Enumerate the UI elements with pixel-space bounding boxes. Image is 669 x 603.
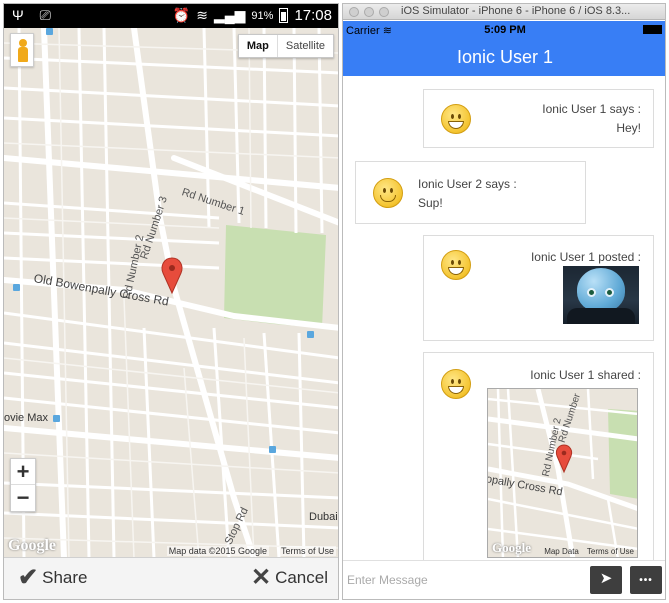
message-composer: ➤ ••• [343, 560, 665, 599]
checkmark-icon: ✔ [18, 564, 39, 591]
simulator-title-bar: iOS Simulator - iPhone 6 - iPhone 6 / iO… [343, 4, 665, 20]
battery-icon [279, 8, 289, 23]
cancel-label: Cancel [275, 568, 328, 587]
zoom-out-button[interactable]: − [11, 485, 35, 511]
ios-status-bar: Carrier ≋ 5:09 PM [343, 21, 665, 39]
message-text: Hey! [616, 121, 641, 135]
message-sender: Ionic User 1 says : [542, 102, 641, 116]
share-label: Share [42, 568, 88, 587]
message-sender: Ionic User 2 says : [418, 177, 517, 191]
chat-list[interactable]: Ionic User 1 says : Hey! Ionic User 2 sa… [343, 76, 665, 562]
message-text: Sup! [418, 196, 443, 210]
place-label-dubai: Dubai [309, 511, 338, 523]
share-action-bar: ✔ Share ✕ Cancel [4, 557, 338, 599]
terms-of-use-link[interactable]: Terms of Use [587, 547, 634, 556]
chat-message-incoming[interactable]: Ionic User 2 says : Sup! [355, 161, 586, 224]
send-button[interactable]: ➤ [590, 566, 622, 594]
chat-message-outgoing[interactable]: Ionic User 1 says : Hey! [423, 89, 654, 148]
ios-clock: 5:09 PM [484, 24, 526, 36]
ellipsis-icon: ••• [639, 575, 653, 586]
grinning-emoji-avatar-icon [441, 104, 471, 134]
zoom-in-button[interactable]: + [11, 459, 35, 485]
posted-image-thumbnail[interactable] [563, 266, 639, 324]
cancel-button[interactable]: ✕ Cancel [250, 564, 328, 591]
more-options-button[interactable]: ••• [630, 566, 662, 594]
wifi-icon: ≋ [196, 7, 208, 23]
map-streets [4, 28, 338, 558]
share-button[interactable]: ✔ Share [18, 564, 88, 591]
google-logo: Google [492, 540, 531, 555]
street-view-pegman-icon[interactable] [10, 33, 34, 67]
signal-icon: ▂▄▆ [213, 7, 246, 23]
notification-icons: Ψ ⎚ [12, 7, 57, 23]
map-view[interactable]: Rd Number 1 Rd Number 3 Rd Number 2 Old … [4, 28, 338, 558]
chat-header-title: Ionic User 1 [343, 39, 665, 76]
park-area [224, 225, 326, 328]
smiling-emoji-avatar-icon [373, 178, 403, 208]
google-logo: Google [8, 537, 56, 554]
alarm-icon: ⏰ [172, 7, 191, 23]
grinning-emoji-avatar-icon [441, 369, 471, 399]
chat-message-image[interactable]: Ionic User 1 posted : [423, 235, 654, 341]
grinning-emoji-avatar-icon [441, 250, 471, 280]
paper-plane-icon: ➤ [599, 570, 613, 587]
map-data-label: Map Data [544, 547, 579, 556]
chat-message-location[interactable]: Ionic User 1 shared : Rd Number Rd Numbe… [423, 352, 654, 562]
window-zoom-button[interactable] [379, 7, 389, 17]
android-status-bar: Ψ ⎚ ⏰ ≋ ▂▄▆ 91% 17:08 [4, 4, 338, 28]
map-type-toggle: Map Satellite [237, 34, 334, 58]
place-label-movie: ovie Max [4, 412, 49, 424]
mini-map-streets [488, 389, 637, 557]
ios-simulator-window: iOS Simulator - iPhone 6 - iPhone 6 / iO… [342, 3, 666, 600]
mini-map-attribution: Map Data Terms of Use [544, 547, 634, 556]
simulator-window-title: iOS Simulator - iPhone 6 - iPhone 6 / iO… [401, 5, 631, 17]
android-clock: 17:08 [294, 7, 332, 24]
map-data-label: Map data ©2015 Google [166, 546, 269, 556]
message-sender: Ionic User 1 shared : [530, 368, 641, 382]
message-sender: Ionic User 1 posted : [530, 250, 641, 264]
close-icon: ✕ [250, 564, 272, 591]
map-type-satellite-button[interactable]: Satellite [278, 35, 333, 57]
battery-icon [643, 25, 662, 34]
window-minimize-button[interactable] [364, 7, 374, 17]
window-close-button[interactable] [349, 7, 359, 17]
battery-percent: 91% [251, 9, 274, 22]
shared-map-thumbnail[interactable]: Rd Number Rd Number 2 opally Cross Rd Go… [487, 388, 638, 558]
terms-of-use-link[interactable]: Terms of Use [278, 546, 336, 556]
zoom-control: + − [10, 458, 36, 512]
android-screen: Ψ ⎚ ⏰ ≋ ▂▄▆ 91% 17:08 Rd Number 1 Rd Num… [3, 3, 339, 600]
map-type-map-button[interactable]: Map [239, 35, 278, 57]
map-attribution: Map data ©2015 Google Terms of Use [166, 546, 336, 556]
message-input[interactable] [347, 567, 583, 593]
